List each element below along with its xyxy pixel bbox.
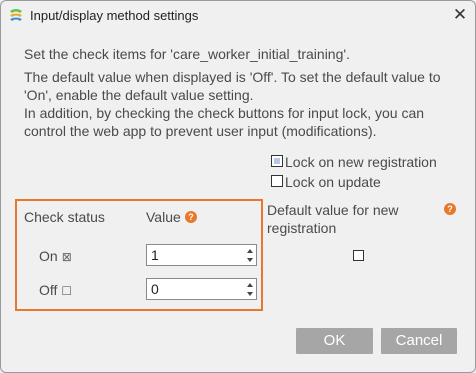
value-off-input[interactable] (147, 279, 243, 299)
header-value-label: Value (146, 209, 181, 225)
title-bar: Input/display method settings ✕ (1, 1, 475, 31)
value-off-spinner[interactable] (146, 278, 257, 300)
app-logo-icon (10, 9, 22, 21)
header-default-value: Default value for new registration (267, 202, 399, 236)
value-on-input[interactable] (147, 245, 243, 265)
spin-down-icon[interactable] (244, 255, 255, 264)
value-off-arrows[interactable] (244, 280, 255, 298)
empty-box-icon: ☐ (61, 284, 73, 298)
value-on-spinner[interactable] (146, 244, 257, 266)
description-block: The default value when displayed is 'Off… (24, 68, 464, 140)
row-on-label: On ⊠ (39, 248, 72, 264)
default-help-icon[interactable]: ? (444, 203, 456, 215)
lock-on-update[interactable]: Lock on update (271, 174, 381, 192)
close-icon[interactable]: ✕ (449, 4, 471, 26)
default-on-checkbox[interactable] (353, 250, 364, 261)
window-title: Input/display method settings (30, 8, 199, 23)
lock-on-update-label: Lock on update (285, 174, 381, 190)
description-line-3: In addition, by checking the check butto… (24, 105, 425, 139)
spin-up-icon[interactable] (244, 246, 255, 255)
header-check-status: Check status (24, 209, 105, 225)
description-line-2: The default value when displayed is 'Off… (24, 69, 441, 103)
lock-new-registration-label: Lock on new registration (285, 154, 437, 170)
value-help-icon[interactable]: ? (185, 211, 197, 223)
row-off-label: Off ☐ (39, 282, 72, 298)
dialog-window: Input/display method settings ✕ Set the … (0, 0, 476, 373)
lock-on-update-checkbox[interactable] (271, 175, 283, 188)
spin-up-icon[interactable] (244, 280, 255, 289)
lock-new-registration[interactable]: Lock on new registration (271, 154, 437, 172)
cancel-button[interactable]: Cancel (381, 328, 457, 354)
ok-button[interactable]: OK (296, 328, 373, 354)
row-on-text: On (39, 248, 58, 264)
lock-new-registration-checkbox[interactable] (271, 155, 283, 168)
value-on-arrows[interactable] (244, 246, 255, 264)
spin-down-icon[interactable] (244, 289, 255, 298)
row-off-text: Off (39, 282, 58, 298)
checked-box-icon: ⊠ (61, 250, 72, 264)
description-line-1: Set the check items for 'care_worker_ini… (24, 46, 350, 62)
header-value: Value (146, 209, 181, 225)
